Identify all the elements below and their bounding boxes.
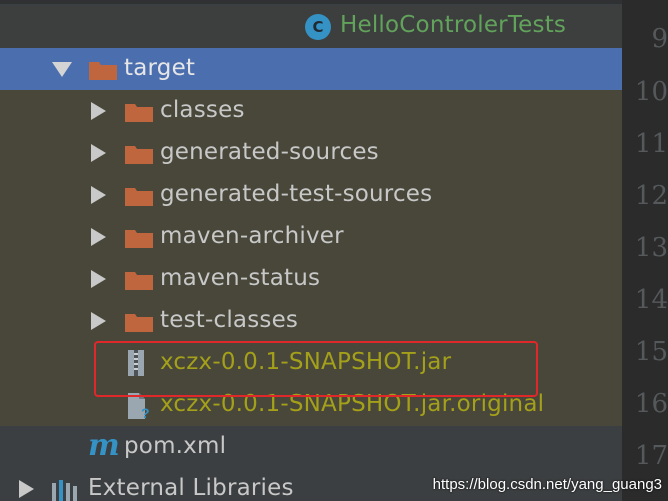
chevron-right-icon[interactable] [91,144,106,162]
tree-item-label: maven-status [160,265,321,291]
line-number: 14 [634,285,668,315]
chevron-right-icon[interactable] [91,186,106,204]
tree-item-pom[interactable]: m pom.xml [0,426,622,468]
svg-text:?: ? [141,405,150,420]
tree-item-label: classes [160,97,245,123]
tree-item-label: maven-archiver [160,223,344,249]
libraries-icon [52,480,77,501]
watermark-url: https://blog.csdn.net/yang_guang3 [432,476,662,493]
red-highlight-annotation [94,341,538,397]
folder-icon [125,188,153,206]
test-class-icon: C [305,14,331,40]
chevron-right-icon[interactable] [19,480,34,498]
line-number: 9 [651,24,668,54]
line-number: 10 [634,77,668,107]
line-number: 16 [634,389,668,419]
line-number: 15 [634,337,668,367]
tree-item-label: test-classes [160,307,299,333]
tree-item-label: HelloControlerTests [340,12,567,38]
line-number: 12 [634,181,668,211]
tree-item-target[interactable]: target [0,48,622,90]
chevron-right-icon[interactable] [91,312,106,330]
tree-item-hello-controler-tests[interactable]: C HelloControlerTests [0,6,622,48]
chevron-down-icon[interactable] [52,62,72,77]
chevron-right-icon[interactable] [91,102,106,120]
tree-item-generated-sources[interactable]: generated-sources [0,132,622,174]
tree-item-test-classes[interactable]: test-classes [0,300,622,342]
tree-item-maven-status[interactable]: maven-status [0,258,622,300]
line-number: 11 [634,129,668,159]
folder-icon [125,104,153,122]
tree-item-label: target [124,55,196,81]
project-tree: C HelloControlerTests target classes gen… [0,0,622,501]
line-number: 17 [634,441,668,471]
tree-item-label: generated-test-sources [160,181,433,207]
folder-icon [125,146,153,164]
folder-icon [125,230,153,248]
maven-icon: m [88,428,120,463]
tree-item-classes[interactable]: classes [0,90,622,132]
tree-item-label: pom.xml [124,433,227,459]
chevron-right-icon[interactable] [91,228,106,246]
line-number: 13 [634,233,668,263]
tree-item-generated-test-sources[interactable]: generated-test-sources [0,174,622,216]
tree-item-maven-archiver[interactable]: maven-archiver [0,216,622,258]
editor-gutter: 9 10 11 12 13 14 15 16 17 [622,0,668,501]
tree-top-divider [0,0,622,4]
folder-icon [125,314,153,332]
chevron-right-icon[interactable] [91,270,106,288]
tree-item-label: External Libraries [88,475,294,501]
tree-item-label: generated-sources [160,139,379,165]
folder-icon [89,62,117,80]
folder-icon [125,272,153,290]
